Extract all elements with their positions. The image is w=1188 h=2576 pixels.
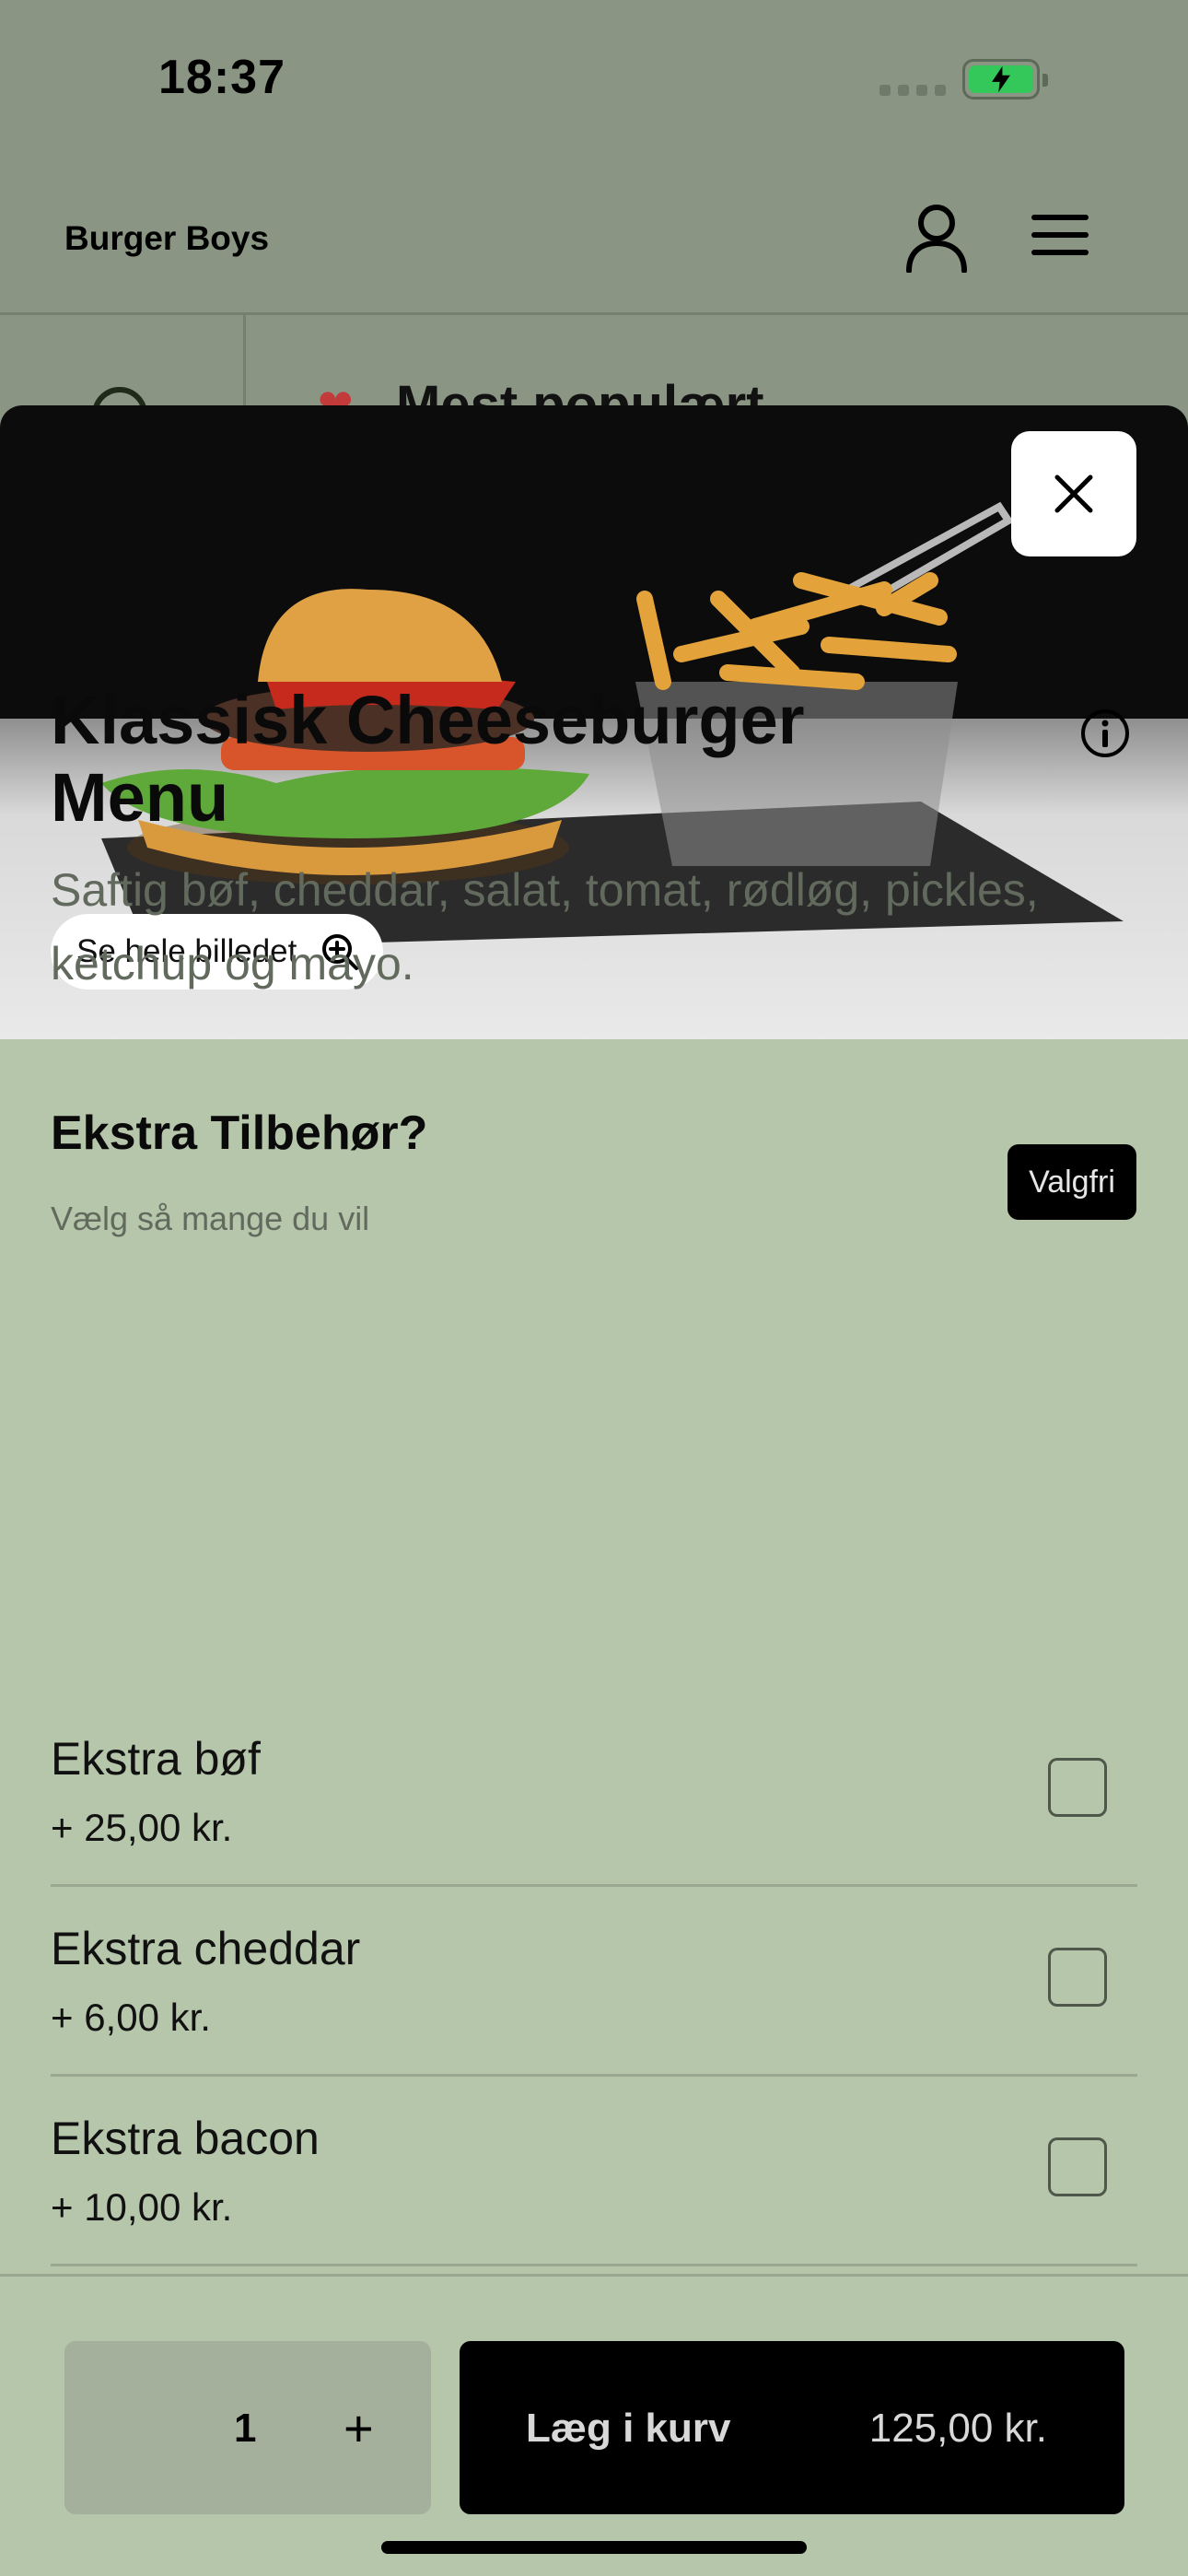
add-to-cart-label: Læg i kurv (526, 2406, 731, 2451)
option-extra-beef[interactable]: Ekstra bøf + 25,00 kr. (51, 1697, 1137, 1887)
brand-name[interactable]: Burger Boys (64, 219, 269, 258)
bottom-cart-bar: 1 + Læg i kurv 125,00 kr. (0, 2274, 1188, 2576)
info-icon[interactable] (1079, 708, 1131, 759)
extras-title: Ekstra Tilbehør? (51, 1107, 428, 1160)
close-button[interactable] (1011, 431, 1136, 556)
battery-icon (962, 59, 1048, 100)
option-extra-bacon[interactable]: Ekstra bacon + 10,00 kr. (51, 2077, 1137, 2266)
status-time: 18:37 (158, 51, 285, 104)
quantity-value: 1 (234, 2406, 257, 2451)
option-price: + 6,00 kr. (51, 1996, 211, 2039)
option-checkbox[interactable] (1048, 1758, 1107, 1817)
product-title: Klassisk Cheeseburger Menu (51, 682, 805, 836)
option-name: Ekstra cheddar (51, 1923, 361, 1974)
option-extra-cheddar[interactable]: Ekstra cheddar + 6,00 kr. (51, 1887, 1137, 2077)
category-strip: ❤ Mest populært (0, 315, 1188, 442)
home-indicator (381, 2541, 807, 2554)
user-icon[interactable] (904, 203, 969, 274)
status-bar: 18:37 (0, 0, 1188, 157)
option-checkbox[interactable] (1048, 2137, 1107, 2196)
quantity-stepper[interactable]: 1 + (64, 2341, 431, 2514)
option-price: + 10,00 kr. (51, 2185, 233, 2229)
close-icon[interactable] (1054, 474, 1094, 514)
extras-subtitle: Vælg så mange du vil (51, 1200, 370, 1237)
option-price: + 25,00 kr. (51, 1806, 233, 1849)
app-header: Burger Boys (0, 157, 1188, 315)
signal-icon (879, 85, 946, 96)
product-description: Saftig bøf, cheddar, salat, tomat, rødlø… (51, 864, 1039, 989)
menu-icon[interactable] (1030, 212, 1090, 258)
option-name: Ekstra bøf (51, 1733, 261, 1785)
add-to-cart-button[interactable]: Læg i kurv 125,00 kr. (460, 2341, 1124, 2514)
category-divider (243, 315, 246, 407)
option-checkbox[interactable] (1048, 1948, 1107, 2007)
cart-total: 125,00 kr. (868, 2406, 1047, 2451)
option-name: Ekstra bacon (51, 2113, 320, 2164)
optional-badge: Valgfri (1007, 1144, 1136, 1220)
increment-button[interactable]: + (344, 2398, 374, 2458)
